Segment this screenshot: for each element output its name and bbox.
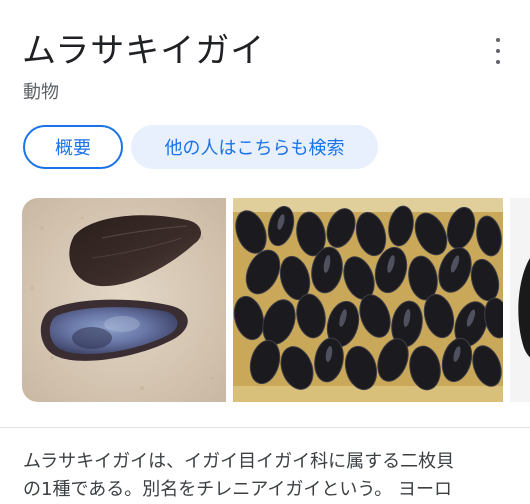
- image-thumbnail-2[interactable]: [233, 198, 503, 402]
- description-text: ムラサキイガイは、イガイ目イガイ科に属する二枚貝 の1種である。別名をチレニアイ…: [23, 448, 513, 504]
- more-dot: [496, 49, 500, 53]
- chip-people-also-search-label: 他の人はこちらも検索: [164, 138, 345, 159]
- more-vert-icon[interactable]: [486, 38, 510, 64]
- panel-title: ムラサキイガイ: [22, 31, 266, 71]
- chip-overview-label: 概要: [55, 138, 91, 159]
- image-thumbnail-3[interactable]: [510, 198, 530, 402]
- mussel-shells-on-sand-image: [22, 198, 226, 402]
- chip-people-also-search[interactable]: 他の人はこちらも検索: [131, 125, 378, 169]
- mussel-partial-image: [510, 198, 530, 402]
- more-dot: [496, 38, 500, 42]
- image-thumbnail-1[interactable]: [22, 198, 226, 402]
- panel-subtitle: 動物: [23, 82, 59, 103]
- mussel-cluster-image: [233, 198, 503, 402]
- more-dot: [496, 60, 500, 64]
- chip-overview[interactable]: 概要: [23, 125, 123, 169]
- description-line-2: の1種である。別名をチレニアイガイという。 ヨーロ: [23, 479, 453, 500]
- divider: [0, 427, 530, 428]
- description-line-1: ムラサキイガイは、イガイ目イガイ科に属する二枚貝: [23, 451, 455, 472]
